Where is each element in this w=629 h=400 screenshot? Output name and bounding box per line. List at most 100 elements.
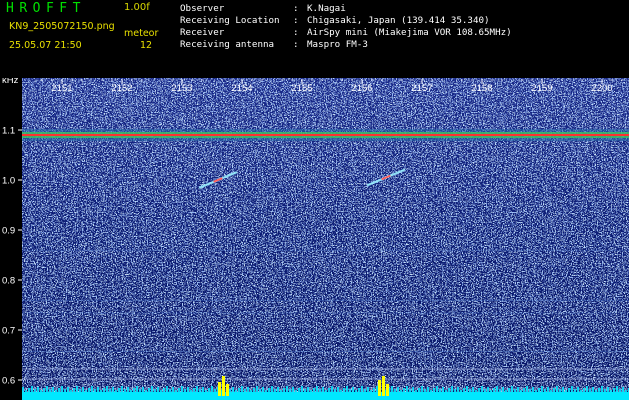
info-separator: : (293, 3, 299, 14)
app-title: HROFFT (6, 1, 86, 16)
baseline-spike (478, 388, 480, 392)
info-row-observer: Observer: K.Nagai (180, 4, 346, 13)
baseline-spike (289, 389, 291, 392)
baseline-spike (238, 388, 240, 392)
x-axis-tick-label: 2157 (411, 83, 432, 94)
baseline-spike (43, 388, 45, 392)
info-row-antenna: Receiving antenna: Maspro FM-3 (180, 40, 368, 49)
baseline-spike (274, 389, 276, 392)
baseline-spike (331, 386, 333, 392)
echo-spike (378, 380, 381, 396)
baseline-spike (301, 386, 303, 392)
info-row-receiver: Receiver: AirSpy mini (Miakejima VOR 108.… (180, 28, 512, 37)
baseline-spike (514, 389, 516, 392)
baseline-spike (337, 387, 339, 392)
baseline-spike (94, 389, 96, 392)
baseline-spike (625, 390, 627, 392)
baseline-spike (532, 387, 534, 392)
baseline-spike (40, 390, 42, 392)
baseline-spike (61, 386, 63, 392)
baseline-spike (511, 386, 513, 392)
baseline-spike (490, 390, 492, 392)
baseline-spike (430, 390, 432, 392)
baseline-spike (493, 388, 495, 392)
baseline-spike (298, 388, 300, 392)
baseline-spike (118, 388, 120, 392)
baseline-spike (25, 390, 27, 392)
y-axis-tick-label: 1.1 (2, 126, 15, 137)
x-axis-tick-label: 2156 (351, 83, 372, 94)
baseline-spike (280, 390, 282, 392)
baseline-spike (319, 389, 321, 392)
baseline-spike (262, 387, 264, 392)
baseline-spike (34, 389, 36, 392)
baseline-spike (328, 388, 330, 392)
baseline-spike (397, 387, 399, 392)
y-axis-tick-label: 0.6 (2, 376, 15, 387)
baseline-spike (346, 386, 348, 392)
y-axis-tick-label: 0.9 (2, 226, 15, 237)
baseline-spike (616, 386, 618, 392)
y-axis-tick-label: 0.7 (2, 326, 15, 337)
baseline-spike (502, 387, 504, 392)
echo-spike (386, 384, 389, 396)
baseline-spike (544, 389, 546, 392)
baseline-spike (580, 390, 582, 392)
baseline-spike (424, 389, 426, 392)
baseline-spike (556, 386, 558, 392)
baseline-spike (583, 388, 585, 392)
info-value: Maspro FM-3 (307, 39, 368, 50)
baseline-spike (172, 387, 174, 392)
info-separator: : (293, 39, 299, 50)
baseline-spike (139, 389, 141, 392)
baseline-spike (373, 388, 375, 392)
baseline-spike (286, 386, 288, 392)
baseline-spike (121, 386, 123, 392)
baseline-spike (571, 386, 573, 392)
baseline-spike (244, 389, 246, 392)
baseline-spike (247, 387, 249, 392)
baseline-spike (22, 387, 24, 392)
baseline-spike (394, 389, 396, 392)
baseline-spike (451, 386, 453, 392)
x-axis-tick-label: 2158 (471, 83, 492, 94)
baseline-spike (445, 390, 447, 392)
baseline-spike (316, 386, 318, 392)
baseline-spike (208, 388, 210, 392)
baseline-spike (421, 386, 423, 392)
baseline-spike (37, 387, 39, 392)
baseline-spike (439, 389, 441, 392)
baseline-spike (427, 387, 429, 392)
baseline-spike (49, 389, 51, 392)
baseline-spike (619, 389, 621, 392)
baseline-spike (175, 390, 177, 392)
baseline-spike (124, 389, 126, 392)
baseline-spike (562, 387, 564, 392)
baseline-spike (142, 387, 144, 392)
baseline-spike (613, 388, 615, 392)
baseline-spike (322, 387, 324, 392)
baseline-spike (355, 390, 357, 392)
baseline-spike (148, 388, 150, 392)
baseline-spike (391, 386, 393, 392)
echo-spike (222, 376, 225, 396)
baseline-spike (85, 390, 87, 392)
echo-count: 12 (140, 40, 153, 51)
baseline-spike (52, 387, 54, 392)
baseline-spike (115, 390, 117, 392)
info-label: Receiver (180, 27, 225, 38)
baseline-spike (505, 390, 507, 392)
baseline-spike (535, 390, 537, 392)
baseline-spike (64, 389, 66, 392)
baseline-spike (409, 389, 411, 392)
y-axis-tick-label: 0.8 (2, 276, 15, 287)
interference-trace (22, 300, 629, 301)
x-axis-tick-label: 2151 (51, 83, 72, 94)
carrier-line (22, 134, 629, 136)
baseline-spike (508, 388, 510, 392)
interference-trace (22, 250, 629, 251)
baseline-spike (130, 390, 132, 392)
baseline-spike (277, 387, 279, 392)
baseline-spike (406, 386, 408, 392)
baseline-spike (163, 388, 165, 392)
